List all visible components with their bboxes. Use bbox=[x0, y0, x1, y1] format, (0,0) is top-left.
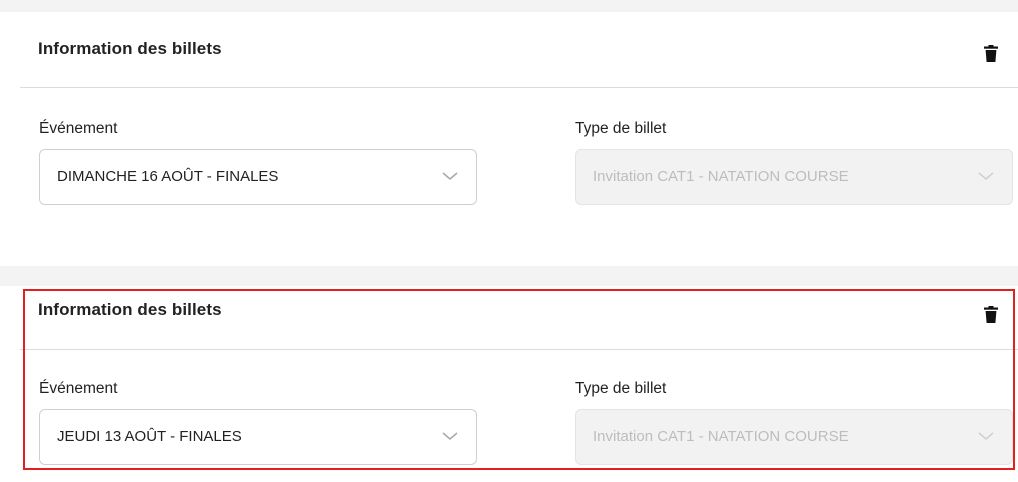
chevron-down-icon bbox=[978, 432, 994, 440]
ticket-type-select-value: Invitation CAT1 - NATATION COURSE bbox=[593, 428, 849, 445]
event-label: Événement bbox=[39, 120, 118, 137]
ticket-type-select: Invitation CAT1 - NATATION COURSE bbox=[575, 149, 1013, 205]
event-select-value: JEUDI 13 AOÛT - FINALES bbox=[57, 428, 242, 445]
event-select[interactable]: DIMANCHE 16 AOÛT - FINALES bbox=[39, 149, 477, 205]
card-title: Information des billets bbox=[38, 39, 222, 58]
chevron-down-icon bbox=[978, 172, 994, 180]
chevron-down-icon bbox=[442, 172, 458, 180]
page-top-gap bbox=[0, 0, 1018, 12]
card-title: Information des billets bbox=[38, 300, 222, 319]
card-header: Information des billets bbox=[20, 12, 1018, 88]
event-select[interactable]: JEUDI 13 AOÛT - FINALES bbox=[39, 409, 477, 465]
trash-icon[interactable] bbox=[984, 45, 998, 62]
ticket-type-select: Invitation CAT1 - NATATION COURSE bbox=[575, 409, 1013, 465]
card-header: Information des billets bbox=[20, 286, 1018, 350]
chevron-down-icon bbox=[442, 432, 458, 440]
ticket-info-card: Information des billets Événement JEUDI … bbox=[20, 286, 1018, 482]
ticket-type-select-value: Invitation CAT1 - NATATION COURSE bbox=[593, 168, 849, 185]
trash-icon[interactable] bbox=[984, 306, 998, 323]
ticket-type-label: Type de billet bbox=[575, 120, 667, 137]
ticket-info-card: Information des billets Événement DIMANC… bbox=[20, 12, 1018, 266]
ticket-type-label: Type de billet bbox=[575, 380, 667, 397]
event-select-value: DIMANCHE 16 AOÛT - FINALES bbox=[57, 168, 279, 185]
event-label: Événement bbox=[39, 380, 118, 397]
card-separator-gap bbox=[0, 266, 1018, 286]
